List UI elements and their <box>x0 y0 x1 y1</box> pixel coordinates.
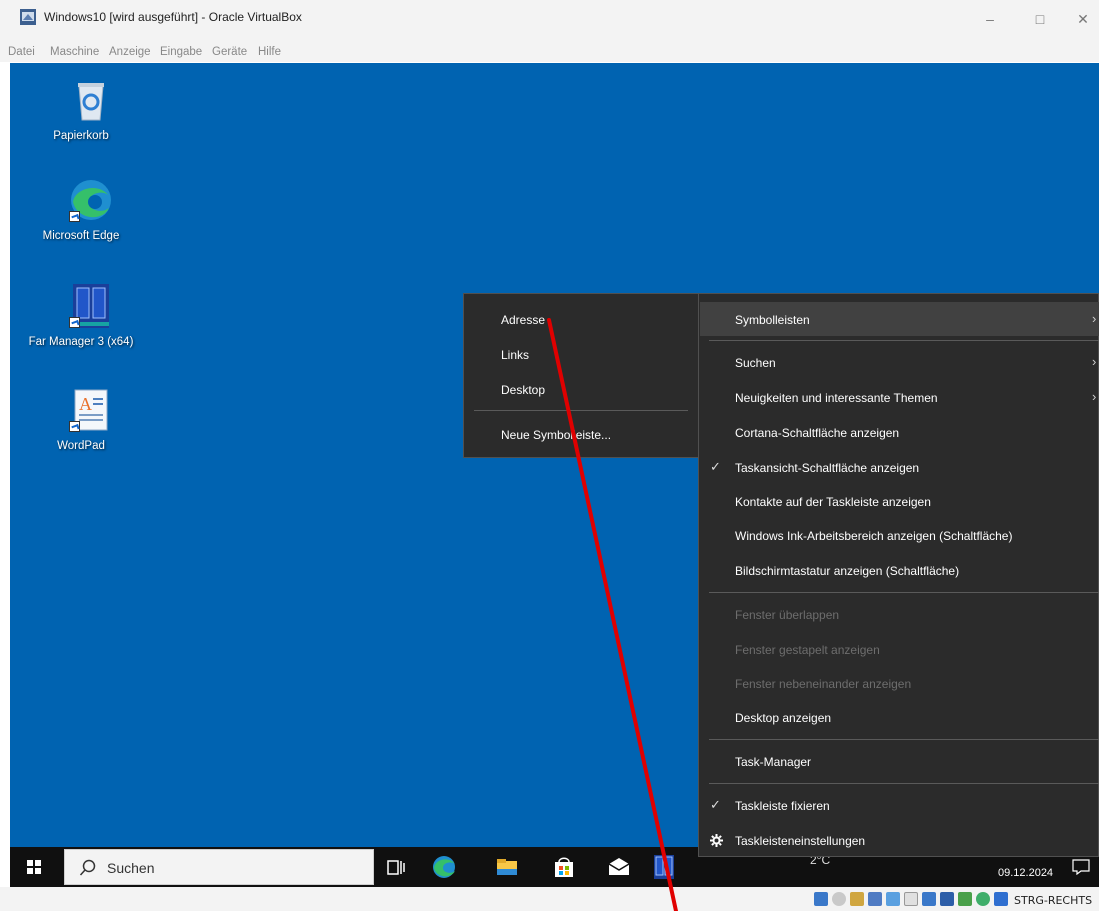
annotation-overlay <box>547 318 678 911</box>
red-annotation-line <box>547 318 678 911</box>
